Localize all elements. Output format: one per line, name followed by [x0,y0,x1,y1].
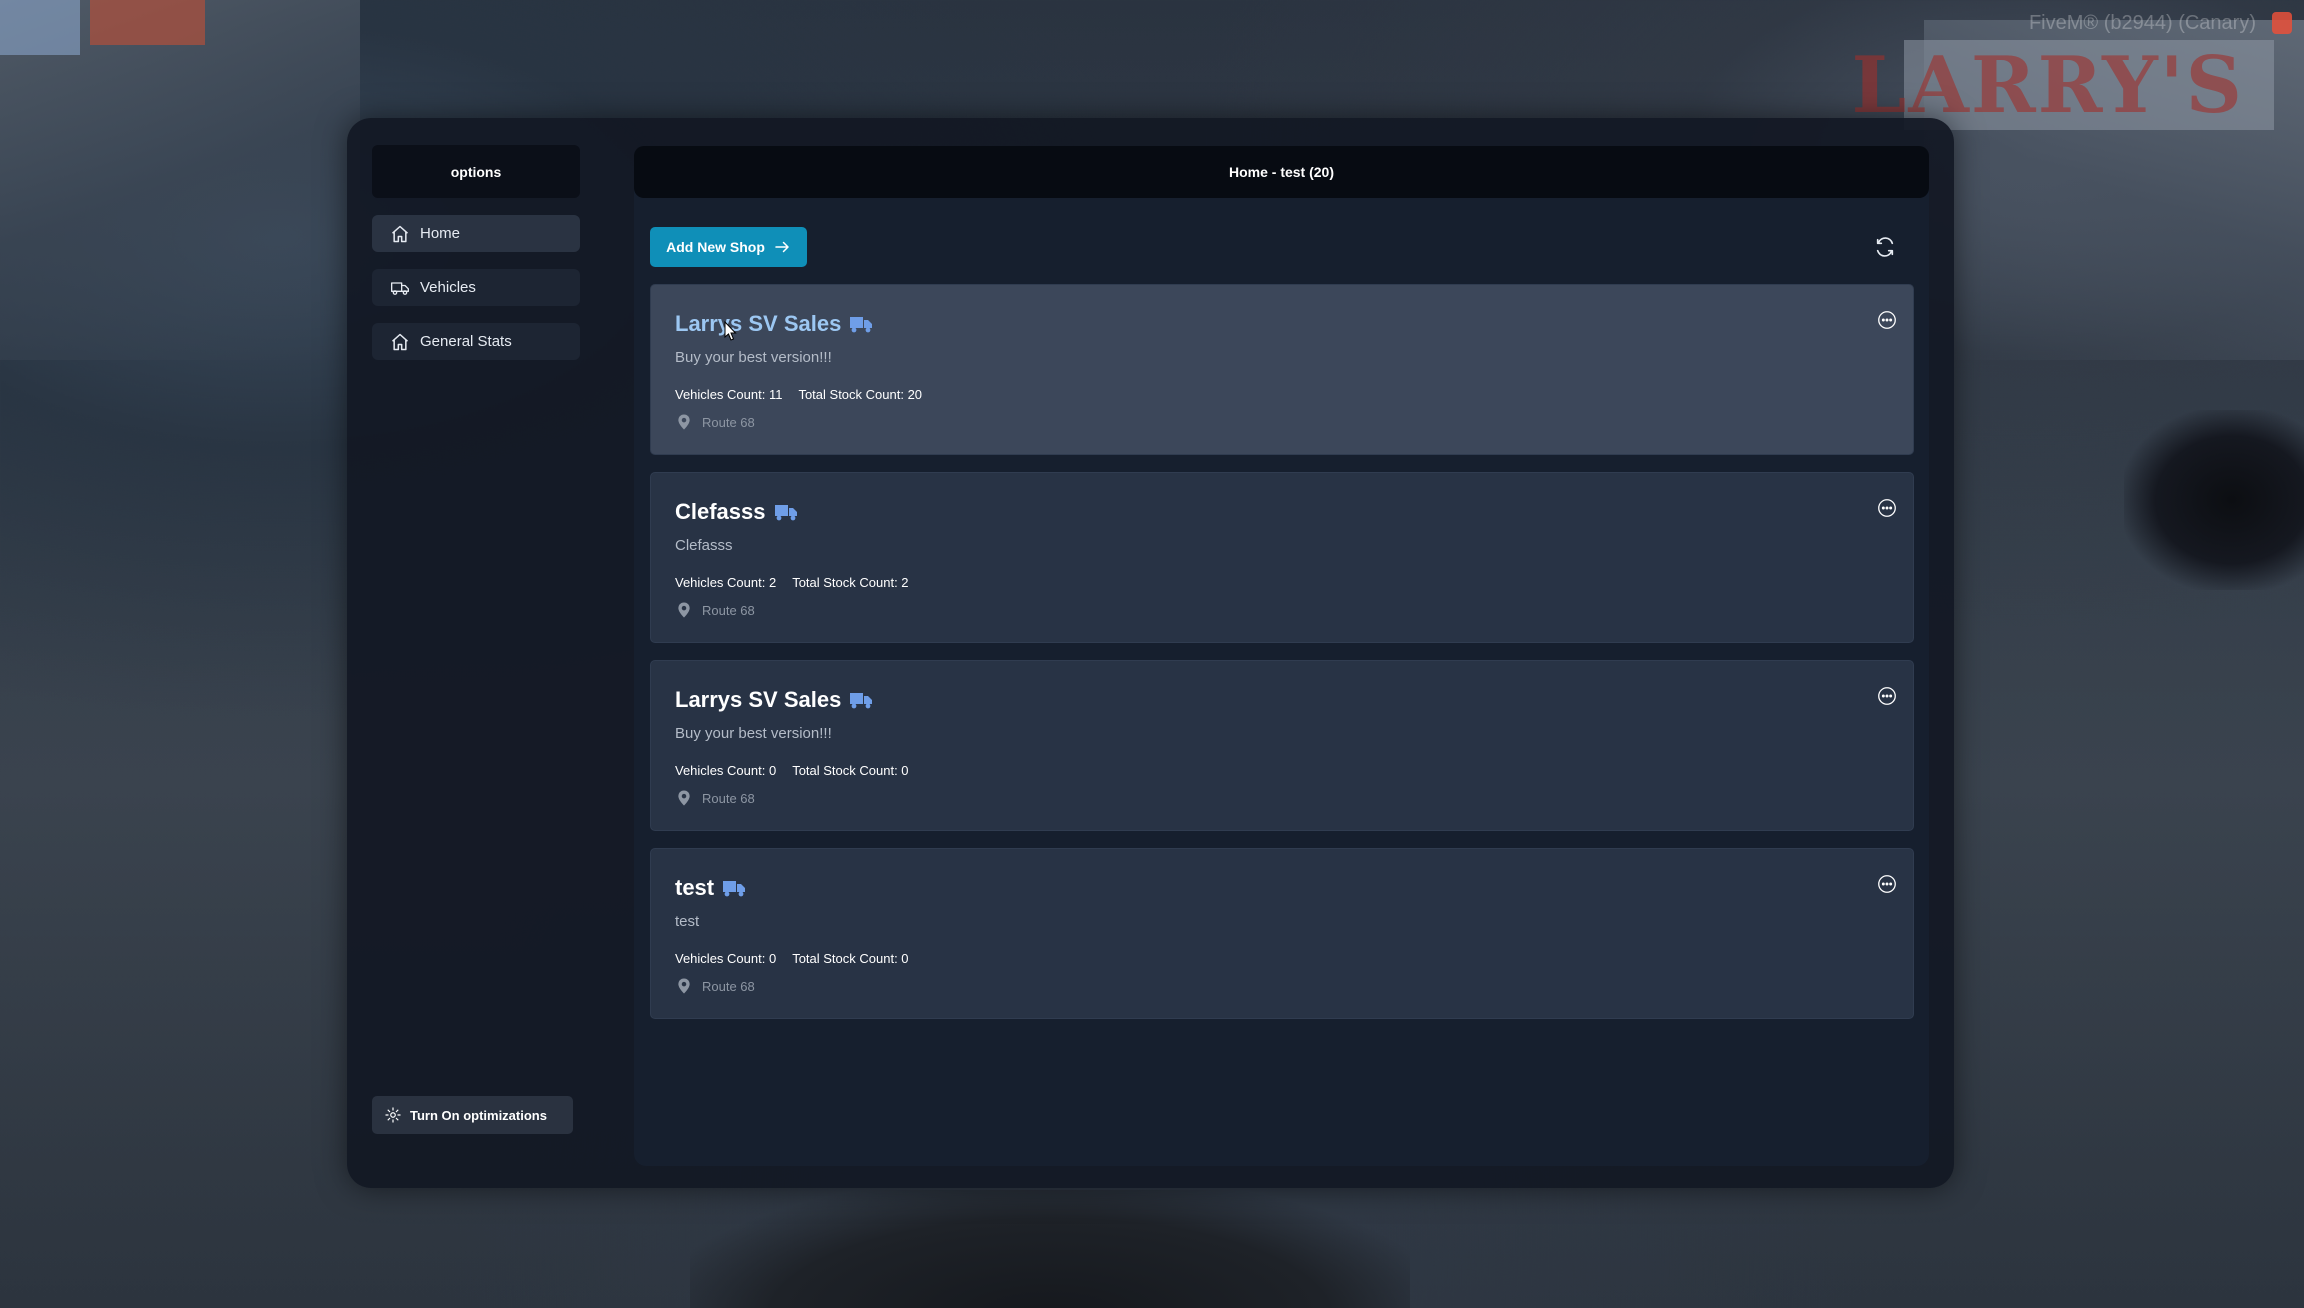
more-options-button[interactable] [1876,873,1898,895]
more-options-icon [1878,311,1896,329]
shop-title[interactable]: Larrys SV Sales [675,687,873,713]
optimizations-label: Turn On optimizations [410,1107,547,1123]
total-stock-count: Total Stock Count: 0 [792,763,909,778]
page-title: Home - test (20) [634,146,1929,198]
mouse-cursor-icon [724,321,737,341]
more-options-button[interactable] [1876,497,1898,519]
shop-description: Buy your best version!!! [675,725,832,742]
shop-stats: Vehicles Count: 11 Total Stock Count: 20 [675,387,938,402]
total-stock-count: Total Stock Count: 0 [792,951,909,966]
background-car [2124,410,2304,590]
home-icon [390,224,410,244]
location-label: Route 68 [702,790,755,806]
more-options-icon [1878,687,1896,705]
vehicles-count: Vehicles Count: 11 [675,387,783,402]
shop-name: test [675,875,715,900]
location-pin-icon [678,790,690,806]
shop-description: test [675,913,700,930]
home-icon [390,332,410,352]
total-stock-count: Total Stock Count: 2 [792,575,909,590]
shop-location: Route 68 [675,789,755,807]
more-options-icon [1878,875,1896,893]
sidebar: options Home Vehicles General Stats Turn… [347,118,595,1188]
optimization-icon [385,1107,401,1123]
location-label: Route 68 [702,978,755,994]
main-content: Home - test (20) Add New Shop Larrys SV … [634,146,1929,1166]
location-label: Route 68 [702,414,755,430]
truck-icon [723,881,746,897]
sidebar-item-home[interactable]: Home [372,215,580,252]
shop-stats: Vehicles Count: 0 Total Stock Count: 0 [675,951,925,966]
total-stock-count: Total Stock Count: 20 [798,387,923,402]
more-options-icon [1878,499,1896,517]
shop-description: Buy your best version!!! [675,349,832,366]
vehicles-count: Vehicles Count: 0 [675,763,777,778]
truck-icon [850,317,873,333]
refresh-icon [1876,237,1894,257]
location-pin-icon [678,602,690,618]
shop-title[interactable]: Larrys SV Sales [675,311,873,337]
fivem-watermark: FiveM® (b2944) (Canary) [2028,12,2256,34]
vehicles-count: Vehicles Count: 2 [675,575,777,590]
sidebar-item-label: Vehicles [420,279,476,296]
more-options-button[interactable] [1876,309,1898,331]
sidebar-item-vehicles[interactable]: Vehicles [372,269,580,306]
shop-stats: Vehicles Count: 0 Total Stock Count: 0 [675,763,925,778]
sidebar-item-general-stats[interactable]: General Stats [372,323,580,360]
shop-name: Clefasss [675,499,766,524]
vehicles-count: Vehicles Count: 0 [675,951,777,966]
arrow-right-icon [775,241,789,253]
sidebar-item-label: General Stats [420,333,512,350]
truck-icon [850,693,873,709]
refresh-button[interactable] [1872,234,1898,260]
turn-on-optimizations-button[interactable]: Turn On optimizations [372,1096,573,1134]
add-new-shop-label: Add New Shop [666,239,765,255]
shop-location: Route 68 [675,413,755,431]
add-new-shop-button[interactable]: Add New Shop [650,227,807,267]
shop-title[interactable]: test [675,875,746,901]
sidebar-item-label: Home [420,225,461,242]
more-options-button[interactable] [1876,685,1898,707]
shop-description: Clefasss [675,537,733,554]
background-sign-left-red [90,0,205,45]
shop-stats: Vehicles Count: 2 Total Stock Count: 2 [675,575,925,590]
shop-card[interactable]: test test Vehicles Count: 0 Total Stock … [650,848,1914,1019]
truck-icon [390,278,410,298]
shop-title[interactable]: Clefasss [675,499,798,525]
shop-card[interactable]: Larrys SV Sales Buy your best version!!!… [650,284,1914,455]
shop-card[interactable]: Larrys SV Sales Buy your best version!!!… [650,660,1914,831]
shop-location: Route 68 [675,977,755,995]
background-sign-left [0,0,80,55]
location-label: Route 68 [702,602,755,618]
sidebar-header: options [372,145,580,198]
truck-icon [774,505,797,521]
shop-manager-panel: options Home Vehicles General Stats Turn… [347,118,1954,1188]
location-pin-icon [678,414,690,430]
shop-card[interactable]: Clefasss Clefasss Vehicles Count: 2 Tota… [650,472,1914,643]
shop-location: Route 68 [675,601,755,619]
location-pin-icon [678,978,690,994]
background-person [690,1190,1410,1308]
shop-name: Larrys SV Sales [675,687,842,712]
fivem-logo [2272,12,2292,34]
shop-name: Larrys SV Sales [675,311,842,336]
